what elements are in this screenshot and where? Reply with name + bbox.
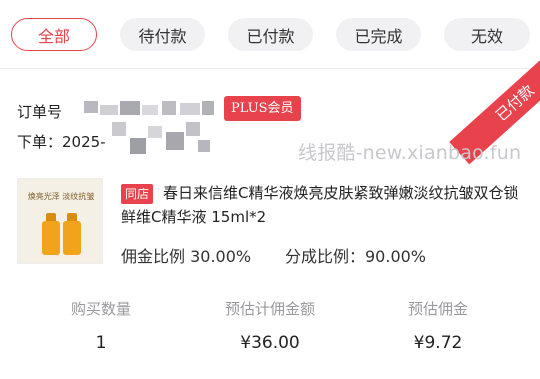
divider bbox=[0, 68, 540, 69]
tab-paid[interactable]: 已付款 bbox=[228, 18, 313, 51]
order-status-tabs: 全部 待付款 已付款 已完成 无效 bbox=[0, 0, 540, 68]
watermark: 线报酷-new.xianbao.fun bbox=[298, 142, 522, 164]
order-number-label: 订单号 bbox=[17, 103, 63, 121]
order-time-label: 下单：2025- bbox=[17, 133, 106, 151]
bottle-icon bbox=[42, 221, 60, 255]
estimated-commission-value: ¥9.72 bbox=[413, 333, 463, 353]
tab-completed[interactable]: 已完成 bbox=[336, 18, 421, 51]
estimated-commission-label: 预估佣金 bbox=[407, 300, 468, 318]
product-title[interactable]: 春日来信维C精华液焕亮皮肤紧致弹嫩淡纹抗皱双仓锁鲜维C精华液 15ml*2 bbox=[121, 181, 531, 229]
commission-rate: 佣金比例 30.00% bbox=[121, 247, 252, 266]
share-rate: 分成比例：90.00% bbox=[285, 247, 427, 266]
tab-invalid[interactable]: 无效 bbox=[444, 18, 530, 51]
product-image-caption: 焕亮光泽 淡纹抗皱 bbox=[27, 192, 95, 201]
order-time-redacted bbox=[112, 118, 212, 156]
quantity-label: 购买数量 bbox=[70, 300, 131, 318]
tab-all[interactable]: 全部 bbox=[11, 18, 97, 51]
plus-member-badge: PLUS会员 bbox=[224, 96, 301, 121]
bottle-icon bbox=[63, 221, 81, 255]
estimated-commission-base-value: ¥36.00 bbox=[240, 333, 300, 353]
product-image[interactable]: 焕亮光泽 淡纹抗皱 bbox=[17, 178, 103, 264]
tab-pending-payment[interactable]: 待付款 bbox=[120, 18, 205, 51]
estimated-commission-base-label: 预估计佣金额 bbox=[224, 300, 315, 318]
quantity-value: 1 bbox=[95, 333, 107, 353]
